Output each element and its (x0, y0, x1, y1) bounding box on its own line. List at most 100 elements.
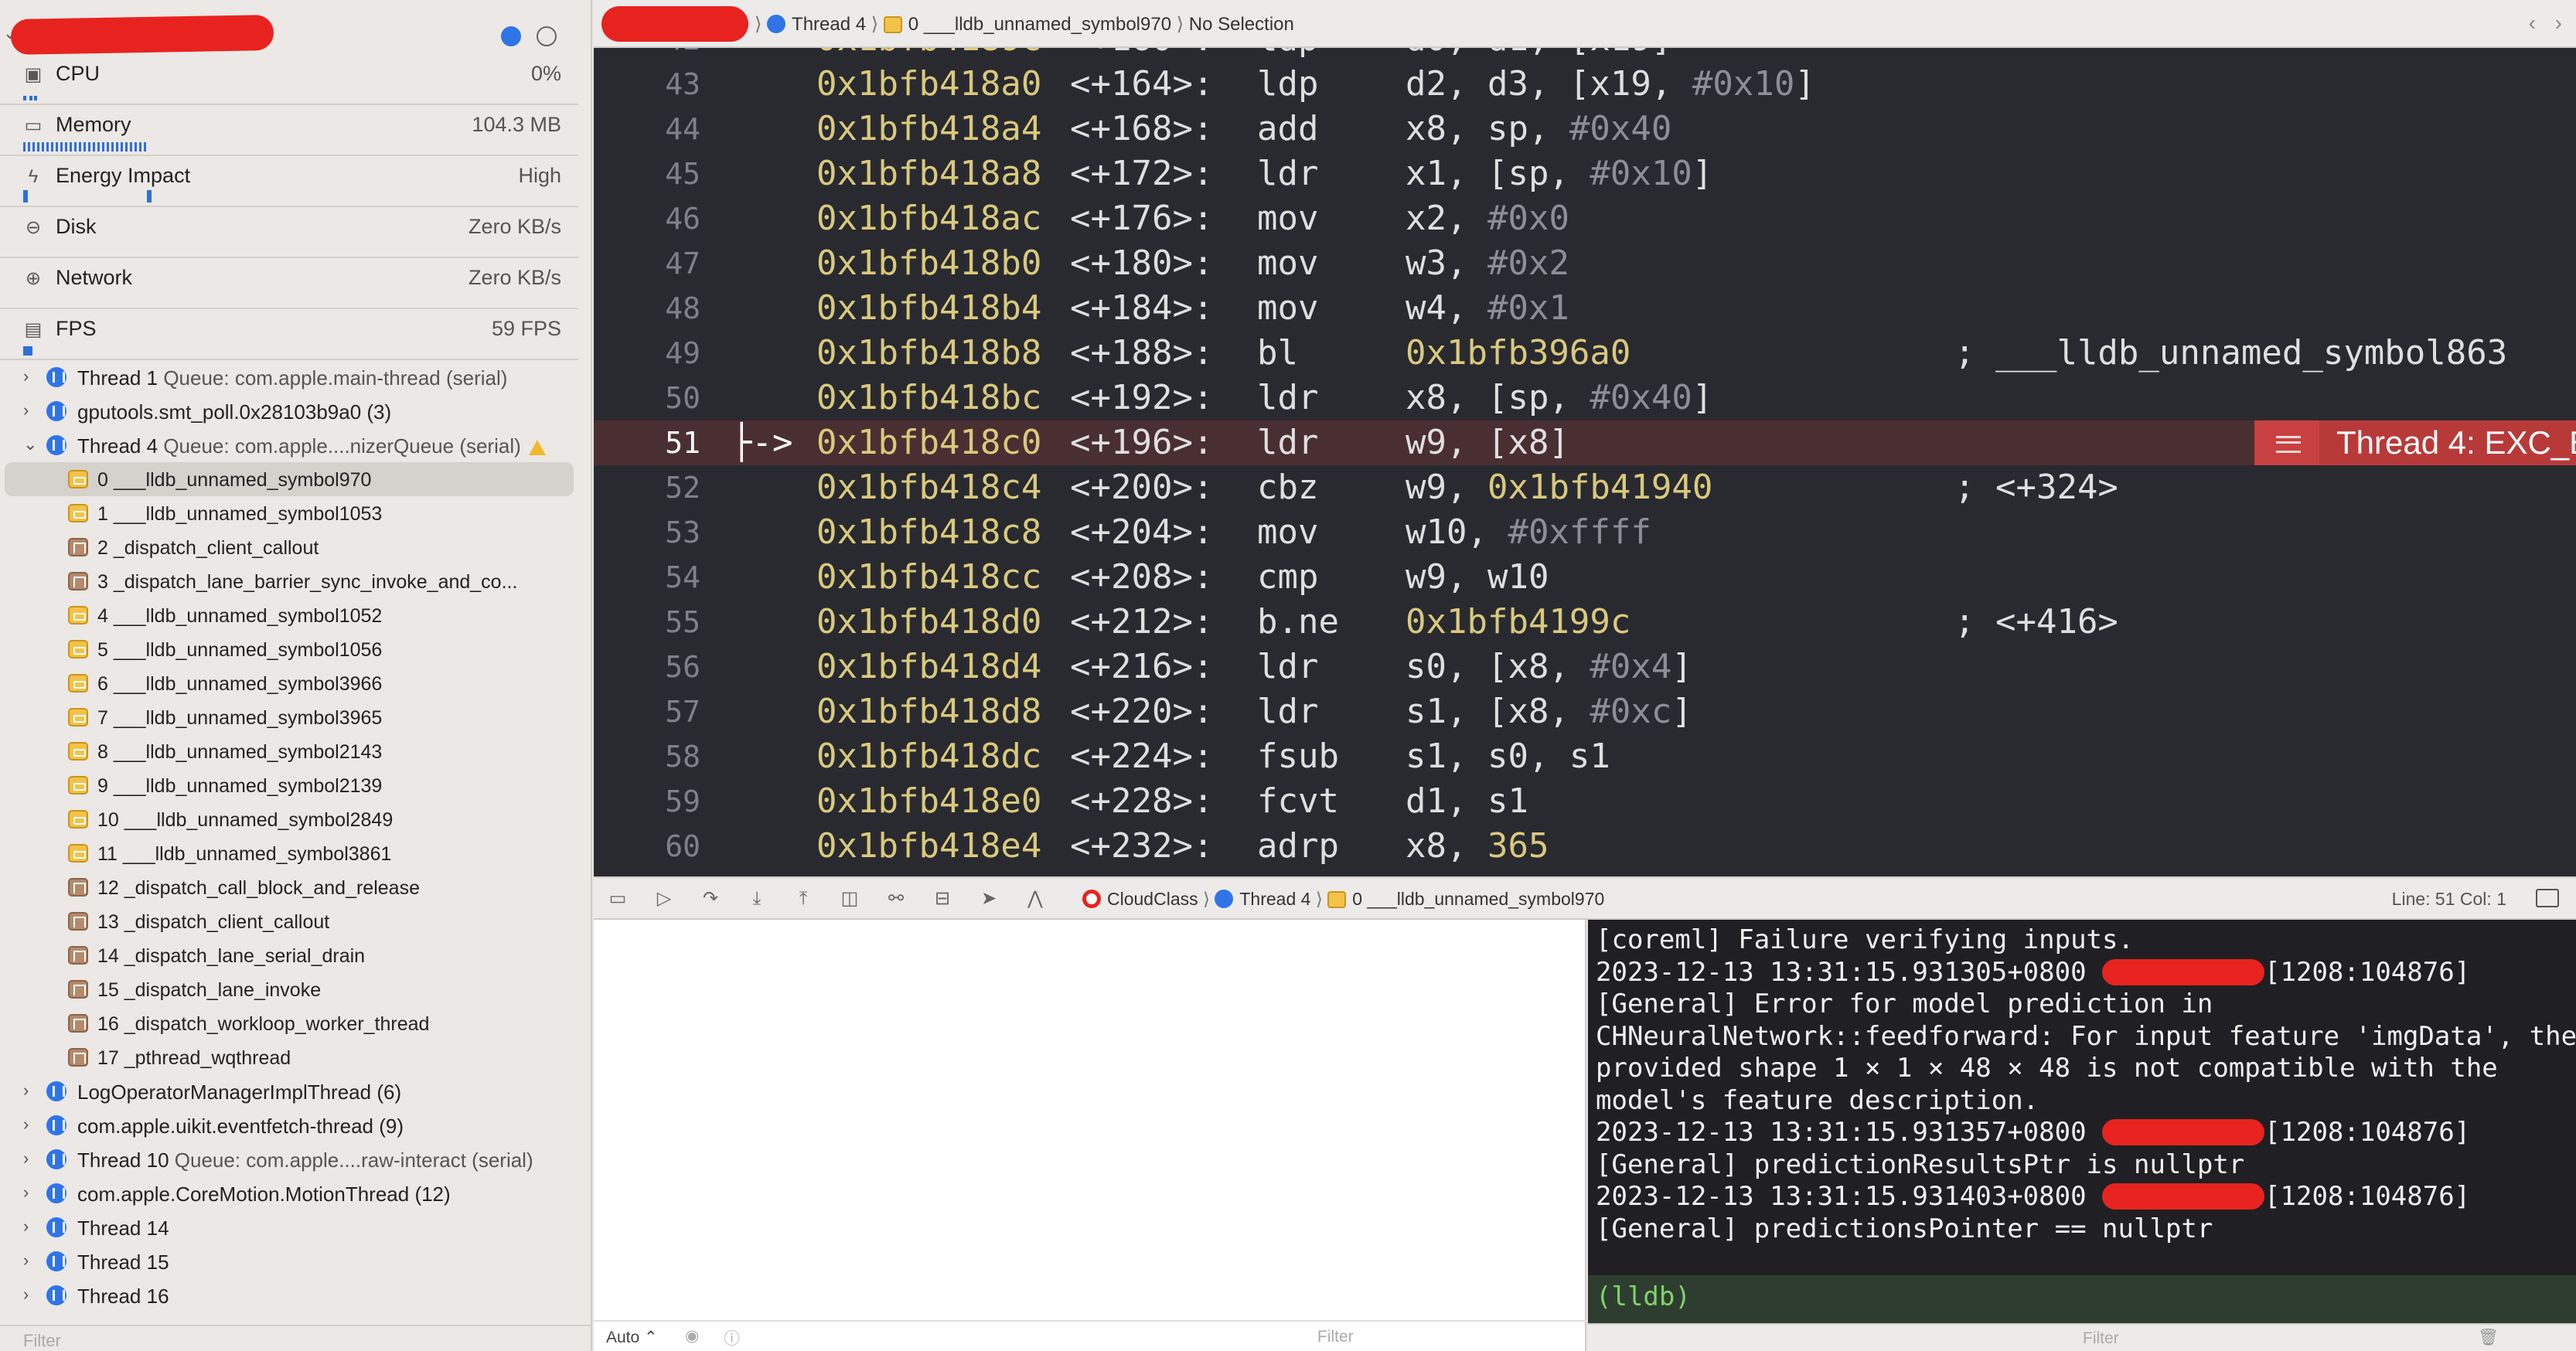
stack-frame-row[interactable]: 4 ___lldb_unnamed_symbol1052 (0, 598, 578, 632)
chevron-right-icon[interactable]: › (23, 1114, 29, 1135)
disassembly-line[interactable]: 60 0x1bfb418e4 <+232>: adrp x8, 365 (594, 824, 2576, 869)
thread-row[interactable]: › Thread 15 (0, 1244, 578, 1278)
gauge-row[interactable]: ⊖ Disk Zero KB/s (0, 207, 578, 258)
cpu-icon: ▣ (24, 64, 43, 85)
variables-filter-input[interactable]: Filter (1317, 1328, 1354, 1346)
debug-console[interactable]: [coreml] Failure verifying inputs. 2023-1… (1588, 920, 2576, 1351)
debugbar-target[interactable]: CloudClass (1107, 889, 1198, 909)
debugbar-frame[interactable]: 0 ___lldb_unnamed_symbol970 (1352, 889, 1604, 909)
error-annotation-icon[interactable] (2254, 420, 2322, 465)
disassembly-line[interactable]: 49 0x1bfb418b8 <+188>: bl 0x1bfb396a0 ; ___ll… (594, 331, 2576, 376)
disassembly-line[interactable]: 47 0x1bfb418b0 <+180>: mov w3, #0x2 (594, 241, 2576, 286)
thread-row[interactable]: › Thread 10 Queue: com.apple....raw-inter… (0, 1142, 578, 1176)
thread-row[interactable]: › com.apple.uikit.eventfetch-thread (9) (0, 1108, 578, 1142)
chevron-right-icon[interactable]: › (23, 1217, 29, 1237)
thread-row[interactable]: › LogOperatorManagerImplThread (6) (0, 1074, 578, 1108)
variables-view[interactable]: Auto ⌃ ◉ ⓘ Filter (594, 920, 1586, 1351)
stack-frame-row[interactable]: 13 _dispatch_client_callout (0, 904, 578, 938)
simulate-location-icon[interactable]: ➤ (977, 889, 1000, 909)
gauge-row[interactable]: ▣ CPU 0% (0, 54, 578, 105)
step-over-icon[interactable]: ↷ (699, 889, 722, 909)
stack-frame-row[interactable]: 6 ___lldb_unnamed_symbol3966 (0, 666, 578, 700)
thread-row[interactable]: ⌄ Thread 4 Queue: com.apple....nizerQueue… (0, 428, 578, 462)
chevron-right-icon[interactable]: › (23, 366, 29, 386)
stack-frame-row[interactable]: 14 _dispatch_lane_serial_drain (0, 938, 578, 972)
jumpbar-frame[interactable]: 0 ___lldb_unnamed_symbol970 (908, 14, 1171, 35)
environment-overrides-icon[interactable]: ⊟ (931, 889, 954, 909)
step-into-icon[interactable]: ⤓ (745, 889, 768, 909)
lldb-prompt-row[interactable]: (lldb) (1588, 1275, 2576, 1323)
lldb-prompt[interactable]: (lldb) (1596, 1281, 1691, 1312)
view-hierarchy-icon[interactable]: ◫ (838, 889, 861, 909)
scope-selector[interactable]: Auto ⌃ (606, 1328, 658, 1347)
disassembly-line[interactable]: 44 0x1bfb418a4 <+168>: add x8, sp, #0x40 (594, 107, 2576, 151)
disassembly-line[interactable]: 56 0x1bfb418d4 <+216>: ldr s0, [x8, #0x4] (594, 645, 2576, 689)
jumpbar-thread[interactable]: Thread 4 (792, 14, 866, 35)
trash-icon[interactable]: 🗑 (2478, 1328, 2499, 1347)
split-console-icon[interactable] (2536, 889, 2559, 907)
disassembly-line[interactable]: 54 0x1bfb418cc <+208>: cmp w9, w10 (594, 555, 2576, 600)
thread-row[interactable]: › gputools.smt_poll.0x28103b9a0 (3) (0, 394, 578, 428)
disassembly-line[interactable]: 48 0x1bfb418b4 <+184>: mov w4, #0x1 (594, 286, 2576, 331)
info-icon[interactable]: ⓘ (724, 1326, 740, 1349)
stack-frame-row[interactable]: 17 _pthread_wqthread (0, 1040, 578, 1074)
back-arrow-icon[interactable]: ‹ (2529, 11, 2536, 36)
chevron-right-icon[interactable]: › (23, 1080, 29, 1101)
stack-frame-row[interactable]: 2 _dispatch_client_callout (0, 530, 578, 564)
thread-row[interactable]: › Thread 14 (0, 1210, 578, 1244)
chevron-right-icon[interactable]: › (23, 1149, 29, 1169)
jumpbar-selection[interactable]: No Selection (1189, 14, 1294, 35)
disassembly-line[interactable]: 55 0x1bfb418d0 <+212>: b.ne 0x1bfb4199c ; <+4… (594, 600, 2576, 645)
disassembly-line[interactable]: 57 0x1bfb418d8 <+220>: ldr s1, [x8, #0xc] (594, 689, 2576, 734)
disassembly-line[interactable]: 50 0x1bfb418bc <+192>: ldr x8, [sp, #0x40] (594, 376, 2576, 420)
chevron-right-icon[interactable]: › (23, 1251, 29, 1271)
continue-icon[interactable]: ▷ (653, 889, 676, 909)
gauge-row[interactable]: ϟ Energy Impact High (0, 156, 578, 207)
disassembly-line[interactable]: 42 0x1bfb4189c <+160>: ldp d0, d1, [x19] (594, 48, 2576, 62)
stack-frame-row[interactable]: 15 _dispatch_lane_invoke (0, 972, 578, 1006)
disassembly-line[interactable]: 45 0x1bfb418a8 <+172>: ldr x1, [sp, #0x10] (594, 151, 2576, 196)
stack-frame-row[interactable]: 5 ___lldb_unnamed_symbol1056 (0, 632, 578, 666)
thread-row-cutoff[interactable] (0, 1312, 578, 1323)
stack-frame-row[interactable]: 3 _dispatch_lane_barrier_sync_invoke_and… (0, 564, 578, 598)
disassembly-line[interactable]: 59 0x1bfb418e0 <+228>: fcvt d1, s1 (594, 779, 2576, 824)
instruments-icon[interactable]: ⋀ (1024, 889, 1047, 909)
disassembly-line[interactable]: 53 0x1bfb418c8 <+204>: mov w10, #0xffff (594, 510, 2576, 555)
console-filter-input[interactable]: Filter (2083, 1329, 2119, 1348)
gauge-row[interactable]: ⊕ Network Zero KB/s (0, 258, 578, 309)
gauge-row[interactable]: ▭ Memory 104.3 MB (0, 105, 578, 156)
stack-frame-row[interactable]: 0 ___lldb_unnamed_symbol970 (5, 462, 574, 496)
chevron-right-icon[interactable]: › (23, 1183, 29, 1203)
stack-frame-row[interactable]: 1 ___lldb_unnamed_symbol1053 (0, 496, 578, 530)
disassembly-line[interactable]: 58 0x1bfb418dc <+224>: fsub s1, s0, s1 (594, 734, 2576, 779)
jumpbar-path[interactable]: ⟩ Thread 4 ⟩ 0 ___lldb_unnamed_symbol970… (755, 13, 1294, 36)
stack-frame-row[interactable]: 7 ___lldb_unnamed_symbol3965 (0, 700, 578, 734)
stack-frame-row[interactable]: 10 ___lldb_unnamed_symbol2849 (0, 802, 578, 836)
memory-graph-icon[interactable]: ⚯ (884, 889, 908, 909)
disassembly-line[interactable]: 46 0x1bfb418ac <+176>: mov x2, #0x0 (594, 196, 2576, 241)
stack-frame-row[interactable]: 8 ___lldb_unnamed_symbol2143 (0, 734, 578, 768)
step-out-icon[interactable]: ⤒ (792, 889, 815, 909)
disassembly-line[interactable]: 43 0x1bfb418a0 <+164>: ldp d2, d3, [x19, #0x… (594, 62, 2576, 107)
chevron-right-icon[interactable]: › (23, 1285, 29, 1305)
gauge-row[interactable]: ▤ FPS 59 FPS (0, 309, 578, 360)
chevron-down-icon[interactable]: ⌄ (23, 434, 37, 454)
stack-frame-row[interactable]: 16 _dispatch_workloop_worker_thread (0, 1006, 578, 1040)
disassembly-line[interactable]: 51 ├-> 0x1bfb418c0 <+196>: ldr w9, [x8] Thread… (594, 420, 2576, 465)
thread-row[interactable]: › Thread 16 (0, 1278, 578, 1312)
thread-row[interactable]: › Thread 1 Queue: com.apple.main-thread (… (0, 360, 578, 394)
disassembly-line[interactable]: 52 0x1bfb418c4 <+200>: cbz w9, 0x1bfb41940 ; … (594, 465, 2576, 510)
debugbar-path[interactable]: CloudClass ⟩ Thread 4 ⟩ 0 ___lldb_unname… (1082, 889, 1604, 910)
chevron-right-icon[interactable]: › (23, 400, 29, 420)
thread-row[interactable]: › com.apple.CoreMotion.MotionThread (12) (0, 1176, 578, 1210)
stack-frame-row[interactable]: 11 ___lldb_unnamed_symbol3861 (0, 836, 578, 870)
disassembly-editor[interactable]: 42 0x1bfb4189c <+160>: ldp d0, d1, [x19] 43 0x… (594, 48, 2576, 876)
navigator-filter-input[interactable]: Filter (23, 1331, 61, 1351)
quick-look-icon[interactable]: ◉ (685, 1326, 699, 1346)
stack-frame-row[interactable]: 12 _dispatch_call_block_and_release (0, 870, 578, 904)
debugbar-thread[interactable]: Thread 4 (1239, 889, 1310, 909)
stack-frame-row[interactable]: 9 ___lldb_unnamed_symbol2139 (0, 768, 578, 802)
hide-debug-area-icon[interactable]: ▭ (606, 889, 629, 909)
forward-arrow-icon[interactable]: › (2555, 11, 2562, 36)
process-options-icon[interactable] (537, 26, 557, 46)
